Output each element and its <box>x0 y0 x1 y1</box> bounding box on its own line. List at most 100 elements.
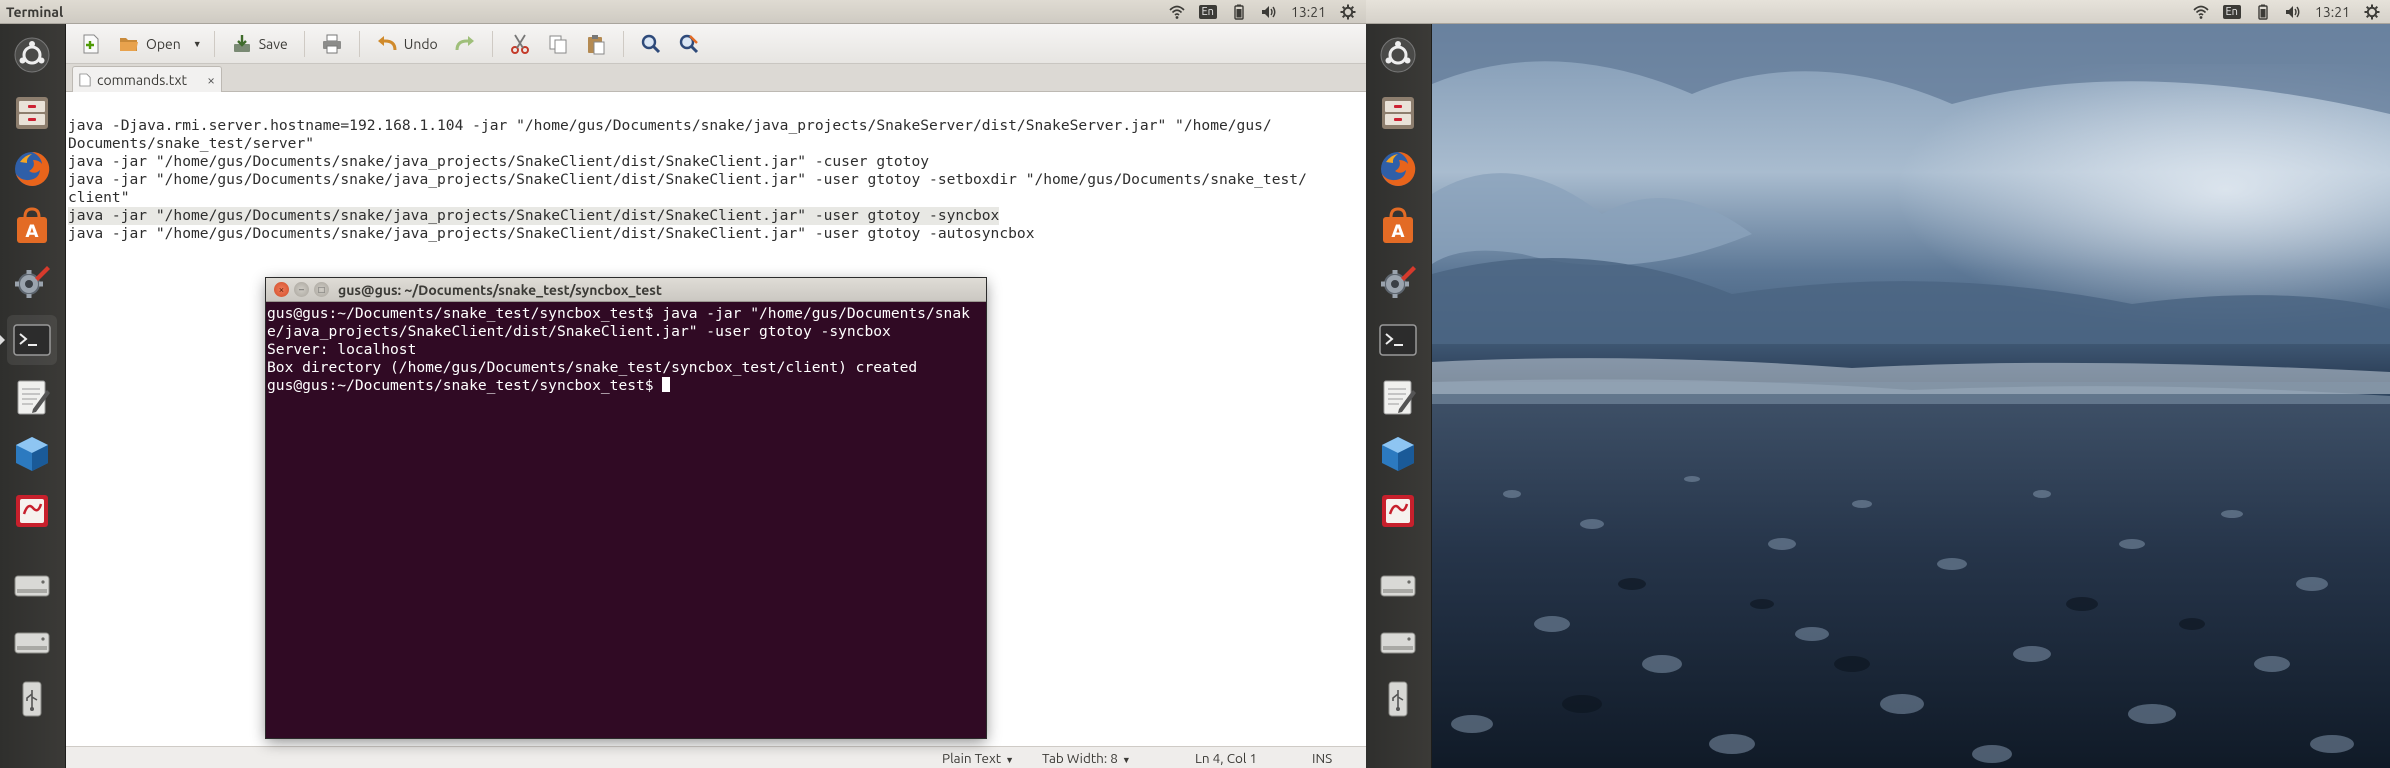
launcher-firefox[interactable] <box>1373 144 1423 194</box>
volume-icon[interactable] <box>2285 4 2301 20</box>
code-line: java -jar "/home/gus/Documents/snake/jav… <box>68 225 1035 242</box>
text-cursor <box>662 377 671 392</box>
text-file-icon <box>79 73 91 86</box>
cube-icon <box>16 437 48 471</box>
undo-button[interactable]: Undo <box>370 29 444 59</box>
chevron-down-icon: ▼ <box>1005 755 1015 765</box>
cube-icon <box>1382 437 1414 471</box>
active-app-title: Terminal <box>6 3 64 20</box>
code-line: Documents/snake_test/server" <box>68 135 315 152</box>
gear-wrench-icon <box>1381 266 1416 298</box>
copy-button[interactable] <box>541 29 575 59</box>
keyboard-layout-indicator[interactable]: En <box>2222 5 2241 19</box>
redo-icon <box>455 35 474 50</box>
launcher-text-editor[interactable] <box>1373 372 1423 422</box>
indicator-area-right: En 13:21 <box>2192 0 2380 24</box>
launcher-left: A <box>0 24 66 768</box>
chevron-down-icon: ▼ <box>192 38 202 49</box>
desktop-wallpaper[interactable] <box>1432 24 2390 768</box>
print-button[interactable] <box>315 29 349 59</box>
volume-icon[interactable] <box>1261 4 1277 20</box>
cut-button[interactable] <box>503 29 537 59</box>
keyboard-layout-indicator[interactable]: En <box>1198 5 1217 19</box>
maximize-window-button[interactable]: □ <box>314 282 329 297</box>
launcher-virtualbox[interactable] <box>7 429 57 479</box>
paste-button[interactable] <box>579 29 613 59</box>
scissors-icon <box>510 34 529 54</box>
svg-text:A: A <box>1391 222 1405 242</box>
launcher-pdf-viewer[interactable] <box>7 486 57 536</box>
open-recent-dropdown[interactable]: ▼ <box>191 29 204 59</box>
search-icon <box>641 34 660 53</box>
insert-mode: INS <box>1312 750 1333 766</box>
launcher-drive-1[interactable] <box>1373 560 1423 610</box>
code-line: java -Djava.rmi.server.hostname=192.168.… <box>68 117 1272 134</box>
toolbar-separator <box>213 30 215 57</box>
launcher-dash-home[interactable] <box>7 30 57 80</box>
tab-width-label: Tab Width: 8 <box>1042 750 1118 766</box>
indicator-area-left: En 13:21 <box>1168 0 1356 24</box>
launcher-text-editor[interactable] <box>7 372 57 422</box>
terminal-body[interactable]: gus@gus:~/Documents/snake_test/syncbox_t… <box>266 302 986 738</box>
launcher-virtualbox[interactable] <box>1373 429 1423 479</box>
open-button[interactable]: Open <box>112 29 187 59</box>
new-document-button[interactable] <box>74 29 108 59</box>
close-window-button[interactable]: × <box>274 282 289 297</box>
terminal-icon <box>1379 324 1417 356</box>
copy-icon <box>549 35 567 53</box>
undo-button-label: Undo <box>403 35 438 52</box>
undo-icon <box>377 35 397 50</box>
file-cabinet-icon <box>16 97 48 129</box>
language-selector[interactable]: Plain Text ▼ <box>942 750 1014 766</box>
launcher-drive-1[interactable] <box>7 560 57 610</box>
svg-text:A: A <box>25 222 39 242</box>
hard-drive-icon <box>14 575 50 597</box>
launcher-system-settings[interactable] <box>7 258 57 308</box>
beach-wallpaper-image <box>1432 24 2390 768</box>
cursor-position: Ln 4, Col 1 <box>1195 750 1258 766</box>
launcher-usb-drive[interactable] <box>1373 674 1423 724</box>
launcher-usb-drive[interactable] <box>7 674 57 724</box>
launcher-drive-2[interactable] <box>1373 617 1423 667</box>
redo-button[interactable] <box>448 29 482 59</box>
clock[interactable]: 13:21 <box>1291 4 1326 20</box>
terminal-line: gus@gus:~/Documents/snake_test/syncbox_t… <box>267 305 970 322</box>
tab-width-selector[interactable]: Tab Width: 8 ▼ <box>1042 750 1131 766</box>
power-gear-icon[interactable] <box>1340 4 1356 20</box>
editor-toolbar: Open ▼ Save Undo <box>66 24 1366 64</box>
terminal-line: Server: localhost <box>267 341 417 358</box>
save-button-label: Save <box>258 35 288 52</box>
toolbar-separator <box>303 30 305 57</box>
terminal-titlebar[interactable]: × – □ gus@gus: ~/Documents/snake_test/sy… <box>266 278 986 302</box>
launcher-drive-2[interactable] <box>7 617 57 667</box>
ubuntu-logo-icon <box>14 37 50 73</box>
minimize-window-button[interactable]: – <box>294 282 309 297</box>
launcher-terminal[interactable] <box>1373 315 1423 365</box>
wifi-icon[interactable] <box>1168 4 1185 20</box>
firefox-icon <box>1381 151 1416 186</box>
launcher-system-settings[interactable] <box>1373 258 1423 308</box>
terminal-window: × – □ gus@gus: ~/Documents/snake_test/sy… <box>266 278 986 738</box>
wifi-icon[interactable] <box>2192 4 2209 20</box>
launcher-software-center[interactable]: A <box>1373 201 1423 251</box>
tab-commands-txt[interactable]: commands.txt × <box>72 66 222 92</box>
terminal-line: e/java_projects/SnakeClient/dist/SnakeCl… <box>267 323 891 340</box>
firefox-icon <box>15 151 50 186</box>
power-gear-icon[interactable] <box>2364 4 2380 20</box>
launcher-terminal[interactable] <box>0 315 57 365</box>
clock[interactable]: 13:21 <box>2315 4 2350 20</box>
close-icon[interactable]: × <box>207 72 215 88</box>
save-button[interactable]: Save <box>225 29 294 59</box>
search-button[interactable] <box>634 29 668 59</box>
launcher-files[interactable] <box>7 87 57 137</box>
launcher-pdf-viewer[interactable] <box>1373 486 1423 536</box>
launcher-firefox[interactable] <box>7 144 57 194</box>
chevron-down-icon: ▼ <box>1121 755 1131 765</box>
battery-icon[interactable] <box>1231 4 1247 20</box>
launcher-files[interactable] <box>1373 87 1423 137</box>
replace-button[interactable] <box>672 29 706 59</box>
notepad-pencil-icon <box>1383 380 1416 415</box>
launcher-dash-home[interactable] <box>1373 30 1423 80</box>
battery-icon[interactable] <box>2255 4 2271 20</box>
launcher-software-center[interactable]: A <box>7 201 57 251</box>
